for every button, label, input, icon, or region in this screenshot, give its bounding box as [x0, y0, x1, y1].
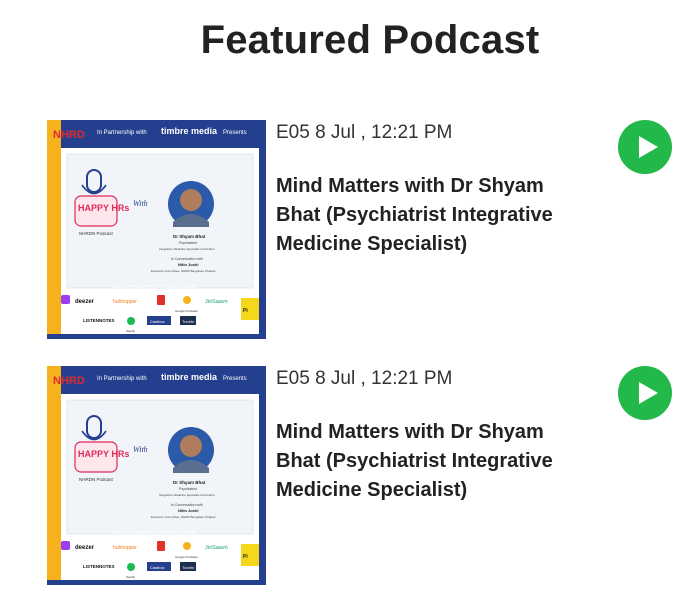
- cover-channel-1: hubhopper: [113, 299, 137, 305]
- cover-artwork: NHRD In Partnership with timbre media Pr…: [47, 366, 266, 585]
- cover-channel-7: TuneIn: [182, 565, 194, 570]
- cover-show-sub: NHRDN Podcast: [79, 231, 114, 236]
- podcast-cover-image[interactable]: NHRD In Partnership with timbre media Pr…: [47, 366, 266, 585]
- episode-card[interactable]: NHRD In Partnership with timbre media Pr…: [0, 120, 686, 344]
- cover-host-role: Executive Committee, NHRD Bangalore Chap…: [151, 515, 216, 519]
- cover-with: With: [133, 445, 148, 454]
- episode-title[interactable]: Mind Matters with Dr Shyam Bhat (Psychia…: [276, 418, 566, 505]
- cover-tune-in: Tune into #HappyHRs on Following Channel…: [111, 284, 196, 289]
- cover-partner-brand: timbre media: [161, 372, 218, 382]
- cover-channel-6: Castbox: [150, 565, 165, 570]
- cover-guest-role: Psychiatrist: [179, 241, 197, 245]
- cover-host-name: Nitin Joshi: [178, 508, 198, 513]
- play-button[interactable]: [618, 366, 672, 420]
- cover-channel-2: Google Podcasts: [175, 555, 198, 559]
- cover-partner-text: In Partnership with: [97, 130, 147, 136]
- cover-show-name: HAPPY HRs: [78, 203, 129, 213]
- episode-title[interactable]: Mind Matters with Dr Shyam Bhat (Psychia…: [276, 172, 566, 259]
- cover-presents: Presents: [223, 376, 247, 382]
- cover-brand: NHRD: [53, 375, 85, 387]
- cover-channel-3: JioSaavn: [205, 545, 228, 551]
- podcast-cover-image[interactable]: NHRD In Partnership with timbre media Pr…: [47, 120, 266, 339]
- cover-guest-role2: Integrative Medicine Specialist and Auth…: [159, 247, 215, 251]
- cover-guest-name: Dr Shyam Bhat: [173, 480, 206, 485]
- cover-channel-0: deezer: [75, 299, 95, 305]
- episode-meta: E05 8 Jul , 12:21 PM: [276, 368, 453, 389]
- cover-partner-brand: timbre media: [161, 126, 218, 136]
- cover-channel-5: Spotify: [126, 329, 136, 333]
- cover-host-role: Executive Committee, NHRD Bangalore Chap…: [151, 269, 216, 273]
- cover-conversation: In Conversation with: [171, 503, 203, 507]
- play-button[interactable]: [618, 120, 672, 174]
- cover-channel-4: LISTENNOTES: [83, 318, 115, 323]
- svg-text:Pi: Pi: [243, 554, 248, 560]
- cover-channel-0: deezer: [75, 545, 95, 551]
- svg-text:Pi: Pi: [243, 308, 248, 314]
- cover-guest-role2: Integrative Medicine Specialist and Auth…: [159, 493, 215, 497]
- cover-channel-6: Castbox: [150, 319, 165, 324]
- cover-channel-5: Spotify: [126, 575, 136, 579]
- cover-partner-text: In Partnership with: [97, 376, 147, 382]
- cover-with: With: [133, 199, 148, 208]
- cover-guest-name: Dr Shyam Bhat: [173, 234, 206, 239]
- cover-show-name: HAPPY HRs: [78, 449, 129, 459]
- cover-channel-2: Google Podcasts: [175, 309, 198, 313]
- cover-channel-7: TuneIn: [182, 319, 194, 324]
- page-title: Featured Podcast: [200, 18, 540, 62]
- episode-meta: E05 8 Jul , 12:21 PM: [276, 122, 453, 143]
- cover-channel-4: LISTENNOTES: [83, 564, 115, 569]
- cover-brand: NHRD: [53, 129, 85, 141]
- cover-host-name: Nitin Joshi: [178, 262, 198, 267]
- cover-guest-role: Psychiatrist: [179, 487, 197, 491]
- play-icon: [639, 136, 658, 158]
- cover-channel-3: JioSaavn: [205, 299, 228, 305]
- cover-conversation: In Conversation with: [171, 257, 203, 261]
- cover-artwork: NHRD In Partnership with timbre media Pr…: [47, 120, 266, 339]
- cover-show-sub: NHRDN Podcast: [79, 477, 114, 482]
- episode-card[interactable]: NHRD In Partnership with timbre media Pr…: [0, 366, 686, 590]
- cover-presents: Presents: [223, 130, 247, 136]
- cover-tune-in: Tune into #HappyHRs on Following Channel…: [111, 530, 196, 535]
- play-icon: [639, 382, 658, 404]
- cover-channel-1: hubhopper: [113, 545, 137, 551]
